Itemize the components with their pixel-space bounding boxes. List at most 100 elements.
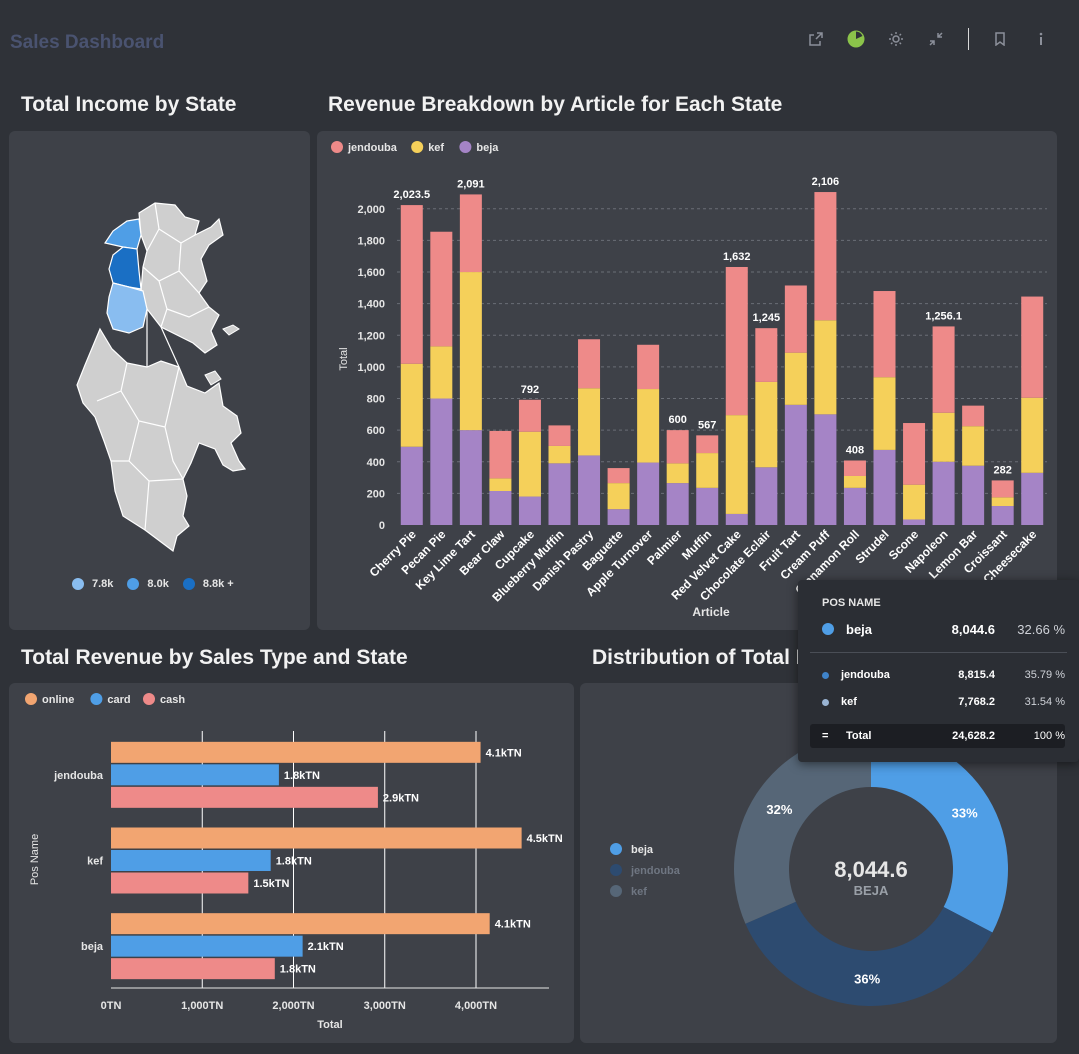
bar-blueberry-muffin-kef[interactable] [548,445,571,464]
bar-croissant-jendouba[interactable] [991,480,1014,498]
bar-croissant-kef[interactable] [991,497,1014,507]
bar-cupcake-jendouba[interactable] [518,399,541,432]
bar-fruit-tart-kef[interactable] [784,352,807,405]
hbar-beja-cash[interactable] [111,958,275,980]
bar-muffin-kef[interactable] [696,453,719,488]
legend-label-cash[interactable]: cash [160,694,185,706]
bar-muffin-beja[interactable] [696,487,719,525]
info-icon[interactable] [1030,28,1052,50]
hbar-beja-card[interactable] [111,935,303,957]
hbar-beja-online[interactable] [111,913,490,935]
collapse-icon[interactable] [925,28,947,50]
bar-cinnamon-roll-jendouba[interactable] [843,460,866,476]
bar-pecan-pie-jendouba[interactable] [430,231,453,347]
bar-napoleon-kef[interactable] [932,412,955,462]
hbar-jendouba-online[interactable] [111,741,481,763]
bar-danish-pastry-beja[interactable] [578,455,601,525]
bar-baguette-beja[interactable] [607,509,630,525]
bar-cheesecake-jendouba[interactable] [1021,296,1044,398]
map-legend-item-1[interactable]: 7.8k [72,578,113,590]
bar-cream-puff-beja[interactable] [814,414,837,525]
bar-key-lime-tart-beja[interactable] [459,430,482,525]
bar-key-lime-tart-jendouba[interactable] [459,194,482,273]
legend-swatch-online[interactable] [25,693,37,705]
hbar-kef-cash[interactable] [111,872,249,894]
bar-pecan-pie-kef[interactable] [430,346,453,399]
bar-pecan-pie-beja[interactable] [430,398,453,525]
legend-swatch-beja[interactable] [459,141,472,153]
bar-cheesecake-kef[interactable] [1021,397,1044,473]
map-legend-item-3[interactable]: 8.8k + [182,578,234,590]
donut-slice-jendouba[interactable] [745,901,993,1006]
legend-swatch-beja[interactable] [610,843,622,855]
bar-apple-turnover-kef[interactable] [637,389,660,463]
legend-label-beja[interactable]: beja [476,142,499,154]
bar-chocolate-eclair-beja[interactable] [755,467,778,525]
bar-chocolate-eclair-kef[interactable] [755,381,778,468]
bar-scone-jendouba[interactable] [903,423,926,485]
bar-baguette-kef[interactable] [607,483,630,510]
legend-swatch-jendouba[interactable] [610,864,622,876]
bar-strudel-jendouba[interactable] [873,291,896,378]
bar-lemon-bar-kef[interactable] [962,426,985,466]
bar-palmier-beja[interactable] [666,483,689,525]
bar-cinnamon-roll-beja[interactable] [843,487,866,525]
bar-cream-puff-jendouba[interactable] [814,192,837,321]
bar-red-velvet-cake-jendouba[interactable] [725,266,748,416]
legend-swatch-card[interactable] [90,693,103,705]
settings-icon[interactable] [885,28,907,50]
hbar-jendouba-card[interactable] [111,764,279,786]
bar-napoleon-beja[interactable] [932,461,955,525]
bar-muffin-jendouba[interactable] [696,435,719,454]
legend-swatch-jendouba[interactable] [331,141,343,153]
legend-label-kef[interactable]: kef [631,886,647,898]
bar-danish-pastry-jendouba[interactable] [578,339,601,389]
bar-apple-turnover-beja[interactable] [637,462,660,525]
bar-scone-beja[interactable] [903,519,926,525]
bar-lemon-bar-jendouba[interactable] [962,405,985,427]
bar-bear-claw-beja[interactable] [489,491,512,525]
bar-cheesecake-beja[interactable] [1021,472,1044,525]
donut-slice-beja[interactable] [871,732,1008,933]
bar-palmier-jendouba[interactable] [666,430,689,464]
legend-swatch-cash[interactable] [143,693,155,705]
legend-label-jendouba[interactable]: jendouba [347,142,398,154]
share-icon[interactable] [805,28,827,50]
bookmark-icon[interactable] [989,28,1011,50]
bar-baguette-jendouba[interactable] [607,468,630,484]
legend-label-online[interactable]: online [42,694,74,706]
legend-label-jendouba[interactable]: jendouba [630,865,681,877]
bar-red-velvet-cake-kef[interactable] [725,415,748,514]
hbar-kef-card[interactable] [111,850,271,871]
bar-danish-pastry-kef[interactable] [578,388,601,456]
legend-label-kef[interactable]: kef [428,142,444,154]
bar-cupcake-beja[interactable] [518,496,541,525]
bar-cream-puff-kef[interactable] [814,320,837,415]
bar-cherry-pie-beja[interactable] [400,446,423,525]
legend-swatch-kef[interactable] [411,141,424,153]
bar-lemon-bar-beja[interactable] [962,465,985,525]
bar-cherry-pie-kef[interactable] [400,363,423,447]
bar-cupcake-kef[interactable] [518,431,541,497]
hbar-jendouba-cash[interactable] [111,786,378,808]
bar-palmier-kef[interactable] [666,463,689,484]
bar-cherry-pie-jendouba[interactable] [400,205,423,364]
legend-label-beja[interactable]: beja [631,844,654,856]
bar-strudel-beja[interactable] [873,449,896,525]
bar-red-velvet-cake-beja[interactable] [725,513,748,525]
hbar-kef-online[interactable] [111,827,522,849]
bar-napoleon-jendouba[interactable] [932,326,955,413]
bar-bear-claw-kef[interactable] [489,478,512,492]
bar-fruit-tart-beja[interactable] [784,404,807,525]
bar-bear-claw-jendouba[interactable] [489,430,512,479]
bar-scone-kef[interactable] [903,484,926,520]
bar-key-lime-tart-kef[interactable] [459,272,482,431]
bar-chocolate-eclair-jendouba[interactable] [755,328,778,382]
bar-strudel-kef[interactable] [873,377,896,450]
bar-fruit-tart-jendouba[interactable] [784,285,807,353]
bar-blueberry-muffin-jendouba[interactable] [548,425,571,446]
bar-croissant-beja[interactable] [991,506,1014,525]
map-legend-item-2[interactable]: 8.0k [127,578,169,590]
bar-blueberry-muffin-beja[interactable] [548,463,571,525]
pie-status-icon[interactable] [845,28,867,50]
